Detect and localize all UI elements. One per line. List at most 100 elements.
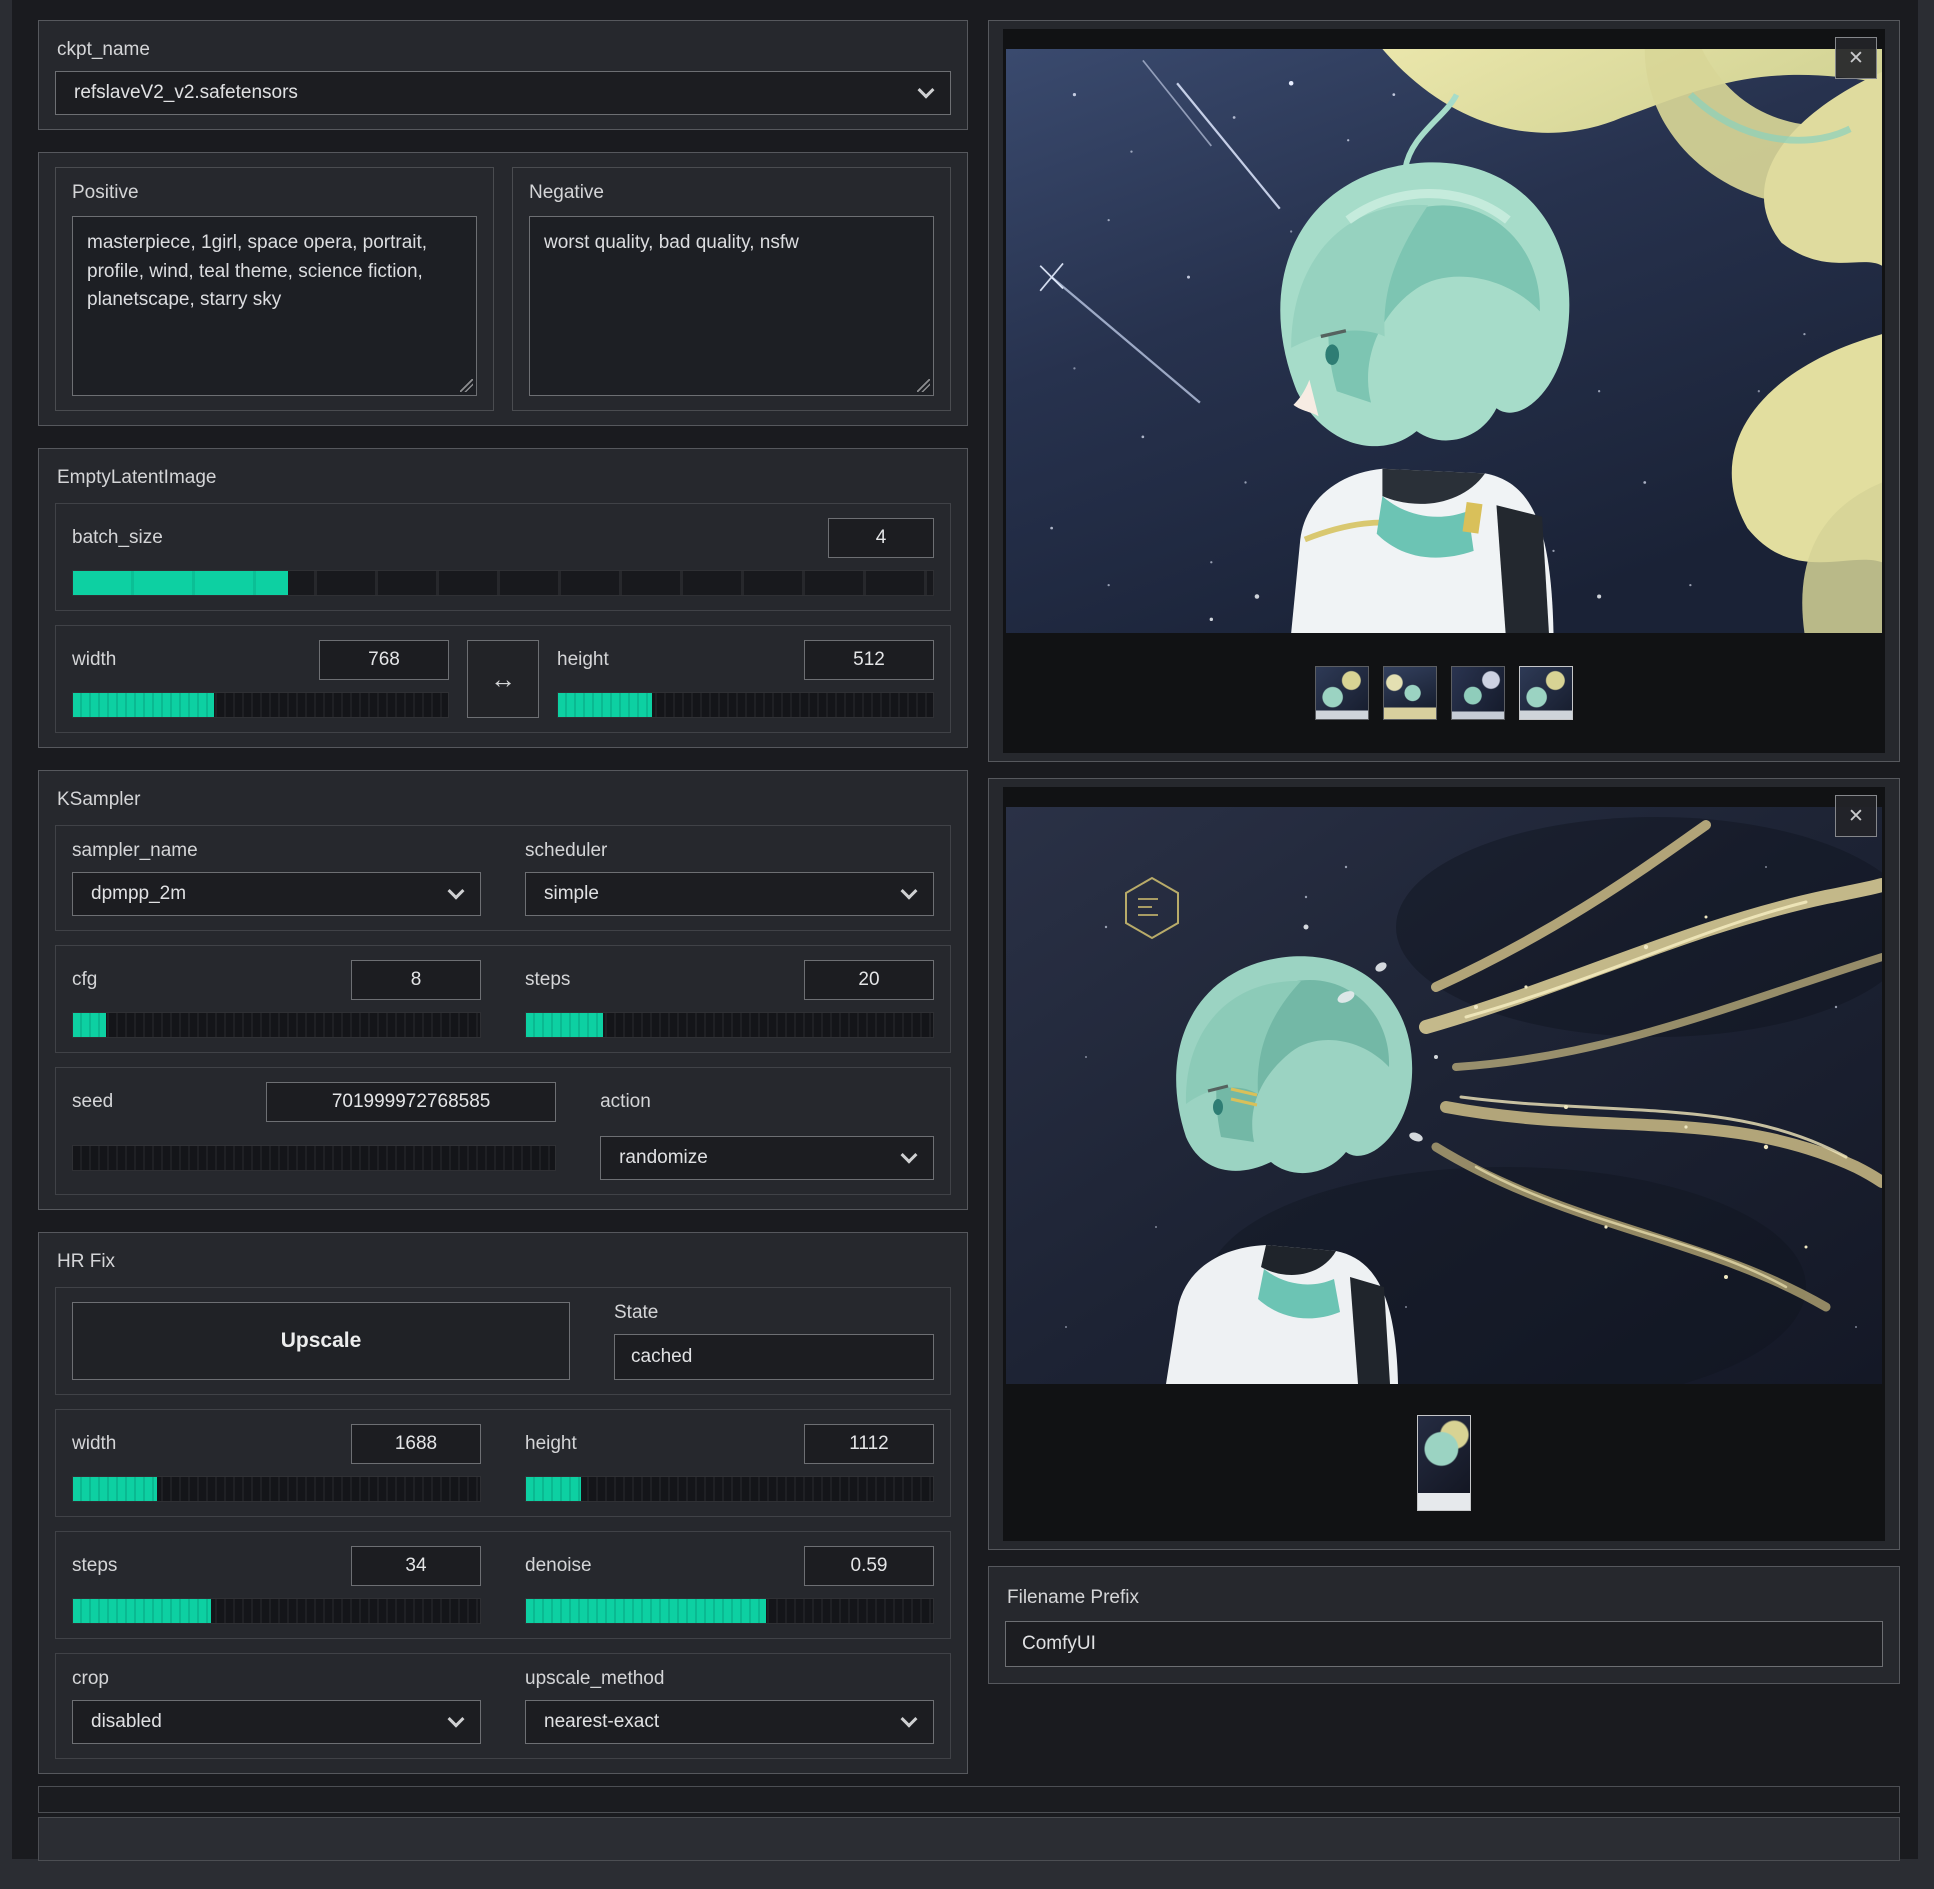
thumbnail-strip-1 — [1315, 666, 1573, 720]
steps-input[interactable]: 20 — [804, 960, 934, 1000]
swap-orientation-button[interactable]: ↔ — [467, 640, 539, 718]
crop-value: disabled — [91, 1711, 162, 1733]
chevron-down-icon — [900, 1147, 917, 1164]
batch-size-label: batch_size — [72, 527, 163, 549]
hr-fix-title: HR Fix — [57, 1251, 951, 1273]
preview-card-1: ✕ — [988, 20, 1900, 762]
negative-prompt-input[interactable]: worst quality, bad quality, nsfw — [529, 216, 934, 396]
crop-label: crop — [72, 1668, 481, 1690]
chevron-down-icon — [448, 883, 465, 900]
chevron-down-icon — [448, 1711, 465, 1728]
height-input[interactable]: 512 — [804, 640, 934, 680]
seed-label: seed — [72, 1091, 113, 1113]
denoise-input[interactable]: 0.59 — [804, 1546, 934, 1586]
width-input[interactable]: 768 — [319, 640, 449, 680]
sampler-name-select[interactable]: dpmpp_2m — [72, 872, 481, 916]
checkpoint-group: ckpt_name refslaveV2_v2.safetensors — [38, 20, 968, 130]
state-label: State — [614, 1302, 934, 1324]
hr-fix-group: HR Fix State Upscale cached width 1688 — [38, 1232, 968, 1774]
filename-prefix-label: Filename Prefix — [1007, 1587, 1883, 1609]
scheduler-select[interactable]: simple — [525, 872, 934, 916]
filename-prefix-group: Filename Prefix ComfyUI — [988, 1566, 1900, 1684]
prompts-group: Positive masterpiece, 1girl, space opera… — [38, 152, 968, 426]
preview-card-2: ✕ — [988, 778, 1900, 1550]
app-window: ckpt_name refslaveV2_v2.safetensors Posi… — [12, 0, 1918, 1859]
chevron-down-icon — [901, 1711, 918, 1728]
bottom-status-strip — [38, 1786, 1900, 1813]
action-select[interactable]: randomize — [600, 1136, 934, 1180]
ksampler-title: KSampler — [57, 789, 951, 811]
hr-height-label: height — [525, 1433, 577, 1455]
thumbnail-selected[interactable] — [1519, 666, 1573, 720]
latent-size-panel: width 768 ↔ height 512 — [55, 625, 951, 733]
batch-size-slider-fill — [73, 571, 288, 595]
ksampler-group: KSampler sampler_name dpmpp_2m scheduler… — [38, 770, 968, 1210]
positive-prompt-card: Positive masterpiece, 1girl, space opera… — [55, 167, 494, 411]
checkpoint-label: ckpt_name — [57, 39, 951, 61]
seed-panel: seed 701999972768585 action randomize — [55, 1067, 951, 1195]
steps-slider[interactable] — [525, 1012, 934, 1038]
positive-prompt-input[interactable]: masterpiece, 1girl, space opera, portrai… — [72, 216, 477, 396]
close-button[interactable]: ✕ — [1835, 795, 1877, 837]
bottom-panel-strip — [38, 1817, 1900, 1861]
hr-crop-method-panel: crop disabled upscale_method nearest-exa… — [55, 1653, 951, 1759]
preview-image-2 — [1006, 807, 1882, 1384]
filename-prefix-input[interactable]: ComfyUI — [1005, 1621, 1883, 1667]
hr-steps-label: steps — [72, 1555, 117, 1577]
hr-steps-input[interactable]: 34 — [351, 1546, 481, 1586]
checkpoint-select[interactable]: refslaveV2_v2.safetensors — [55, 71, 951, 115]
state-input[interactable]: cached — [614, 1334, 934, 1380]
negative-label: Negative — [529, 182, 934, 204]
hr-steps-slider-fill — [73, 1599, 211, 1623]
denoise-slider[interactable] — [525, 1598, 934, 1624]
hr-height-input[interactable]: 1112 — [804, 1424, 934, 1464]
preview-viewport-1: ✕ — [1003, 29, 1885, 753]
height-slider-fill — [558, 693, 652, 717]
upscale-button[interactable]: Upscale — [72, 1302, 570, 1380]
seed-slider[interactable] — [72, 1145, 556, 1171]
cfg-slider[interactable] — [72, 1012, 481, 1038]
scheduler-value: simple — [544, 883, 599, 905]
denoise-label: denoise — [525, 1555, 592, 1577]
thumbnail-strip-2 — [1417, 1415, 1471, 1511]
seed-input[interactable]: 701999972768585 — [266, 1082, 556, 1122]
hr-size-panel: width 1688 height 1112 — [55, 1409, 951, 1517]
thumbnail[interactable] — [1451, 666, 1505, 720]
width-label: width — [72, 649, 116, 671]
batch-size-slider[interactable] — [72, 570, 934, 596]
cfg-label: cfg — [72, 969, 97, 991]
hr-width-label: width — [72, 1433, 116, 1455]
batch-size-input[interactable]: 4 — [828, 518, 934, 558]
hr-height-slider[interactable] — [525, 1476, 934, 1502]
batch-size-panel: batch_size 4 — [55, 503, 951, 611]
hr-height-slider-fill — [526, 1477, 581, 1501]
cfg-input[interactable]: 8 — [351, 960, 481, 1000]
steps-label: steps — [525, 969, 570, 991]
sampler-name-value: dpmpp_2m — [91, 883, 186, 905]
upscale-method-label: upscale_method — [525, 1668, 934, 1690]
scheduler-label: scheduler — [525, 840, 934, 862]
hr-width-input[interactable]: 1688 — [351, 1424, 481, 1464]
preview-image-1 — [1006, 49, 1882, 633]
upscale-method-value: nearest-exact — [544, 1711, 659, 1733]
close-button[interactable]: ✕ — [1835, 37, 1877, 79]
swap-arrows-icon: ↔ — [490, 664, 516, 695]
width-slider[interactable] — [72, 692, 449, 718]
negative-prompt-card: Negative worst quality, bad quality, nsf… — [512, 167, 951, 411]
thumbnail[interactable] — [1315, 666, 1369, 720]
chevron-down-icon — [918, 82, 935, 99]
thumbnail[interactable] — [1383, 666, 1437, 720]
positive-label: Positive — [72, 182, 477, 204]
checkpoint-value: refslaveV2_v2.safetensors — [74, 82, 298, 104]
height-slider[interactable] — [557, 692, 934, 718]
hr-width-slider[interactable] — [72, 1476, 481, 1502]
gallery-column: ✕ — [988, 20, 1900, 1774]
denoise-slider-fill — [526, 1599, 766, 1623]
empty-latent-title: EmptyLatentImage — [57, 467, 951, 489]
action-label: action — [600, 1091, 934, 1113]
empty-latent-group: EmptyLatentImage batch_size 4 width 76 — [38, 448, 968, 748]
thumbnail-selected[interactable] — [1417, 1415, 1471, 1511]
upscale-method-select[interactable]: nearest-exact — [525, 1700, 934, 1744]
hr-steps-slider[interactable] — [72, 1598, 481, 1624]
crop-select[interactable]: disabled — [72, 1700, 481, 1744]
